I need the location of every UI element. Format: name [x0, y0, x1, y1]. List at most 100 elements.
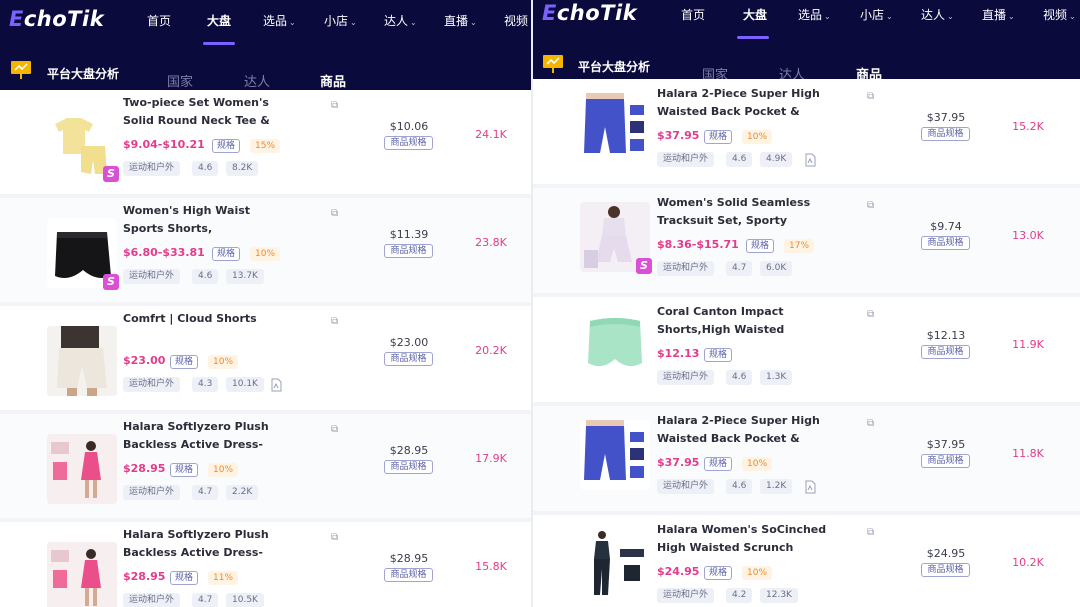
- product-title[interactable]: Halara 2-Piece Super High Waisted Back P…: [657, 85, 827, 121]
- sales-value: 15.8K: [475, 560, 507, 573]
- spec-tag[interactable]: 规格: [212, 247, 241, 261]
- product-row[interactable]: S Two-piece Set Women's Solid Round Neck …: [0, 90, 531, 198]
- product-thumbnail[interactable]: [580, 311, 650, 381]
- copy-icon[interactable]: ⧉: [867, 309, 874, 320]
- product-price: $24.95: [657, 565, 700, 578]
- spec-tag[interactable]: 规格: [212, 139, 241, 153]
- spec-button[interactable]: 商品规格: [384, 136, 433, 150]
- copy-icon[interactable]: ⧉: [867, 91, 874, 102]
- spec-tag[interactable]: 规格: [170, 463, 199, 477]
- spec-tag[interactable]: 规格: [704, 566, 733, 580]
- commission-badge: 10%: [208, 355, 239, 369]
- nav-item[interactable]: 直播 ⌄: [982, 6, 1015, 23]
- nav-item[interactable]: 大盘: [743, 6, 767, 23]
- rating-chip: 4.6: [726, 152, 753, 167]
- nav-item[interactable]: 小店 ⌄: [324, 12, 357, 29]
- copy-icon[interactable]: ⧉: [867, 200, 874, 211]
- subtab-2[interactable]: 商品: [320, 71, 346, 90]
- copy-icon[interactable]: ⧉: [331, 100, 338, 111]
- spec-button[interactable]: 商品规格: [384, 244, 433, 258]
- echotik-logo[interactable]: EchoTik: [542, 1, 637, 25]
- reviews-chip: 8.2K: [226, 161, 259, 176]
- product-thumbnail[interactable]: [47, 542, 117, 607]
- nav-item[interactable]: 直播 ⌄: [444, 12, 477, 29]
- product-row[interactable]: Comfrt | Cloud Shorts ⧉ $23.00 规格 10% 运动和户外 4.…: [0, 306, 531, 414]
- copy-icon[interactable]: ⧉: [331, 316, 338, 327]
- product-row[interactable]: Coral Canton Impact Shorts,High Waisted …: [533, 297, 1080, 406]
- echotik-logo[interactable]: EchoTik: [9, 7, 104, 31]
- spec-button[interactable]: 商品规格: [921, 236, 970, 250]
- copy-icon[interactable]: ⧉: [867, 527, 874, 538]
- nav-item-label: 首页: [681, 8, 706, 22]
- spec-tag[interactable]: 规格: [704, 348, 733, 362]
- product-thumbnail[interactable]: [580, 420, 650, 490]
- product-title[interactable]: Halara Softlyzero Plush Backless Active …: [123, 418, 293, 454]
- product-thumbnail[interactable]: [47, 326, 117, 396]
- reviews-chip: 6.0K: [760, 261, 793, 276]
- product-title[interactable]: Halara Women's SoCinched High Waisted Sc…: [657, 521, 827, 557]
- nav-item[interactable]: 选品 ⌄: [798, 6, 831, 23]
- category-chip: 运动和户外: [657, 479, 715, 494]
- product-title[interactable]: Women's High Waist Sports Shorts, Breath…: [123, 202, 293, 238]
- document-icon[interactable]: [803, 152, 817, 167]
- product-row[interactable]: Halara 2-Piece Super High Waisted Back P…: [533, 79, 1080, 188]
- product-title[interactable]: Comfrt | Cloud Shorts: [123, 310, 293, 346]
- nav-item[interactable]: 选品 ⌄: [263, 12, 296, 29]
- spec-tag[interactable]: 规格: [746, 239, 775, 253]
- spec-button[interactable]: 商品规格: [384, 568, 433, 582]
- nav-item[interactable]: 小店 ⌄: [860, 6, 893, 23]
- subtab-0[interactable]: 国家: [167, 71, 193, 90]
- nav-active-underline: [737, 36, 769, 39]
- copy-icon[interactable]: ⧉: [331, 208, 338, 219]
- document-icon[interactable]: [803, 479, 817, 494]
- spec-button[interactable]: 商品规格: [921, 127, 970, 141]
- spec-tag[interactable]: 规格: [170, 355, 199, 369]
- product-row[interactable]: S Women's Solid Seamless Tracksuit Set, S…: [533, 188, 1080, 297]
- shop-s-badge: S: [103, 274, 119, 290]
- product-thumbnail[interactable]: [580, 529, 650, 599]
- nav-item[interactable]: 首页: [681, 6, 705, 23]
- category-chip: 运动和户外: [657, 261, 715, 276]
- subtab-1[interactable]: 达人: [244, 71, 270, 90]
- nav-item[interactable]: 视频: [504, 12, 528, 29]
- nav-item[interactable]: 大盘: [207, 12, 231, 29]
- product-title[interactable]: Halara 2-Piece Super High Waisted Back P…: [657, 412, 827, 448]
- section-title: 平台大盘分析: [578, 60, 651, 74]
- avg-price: $37.95: [926, 111, 966, 124]
- nav-item[interactable]: 视频 ⌄: [1043, 6, 1076, 23]
- product-thumbnail[interactable]: [580, 93, 650, 163]
- sales-value: 17.9K: [475, 452, 507, 465]
- product-title[interactable]: Women's Solid Seamless Tracksuit Set, Sp…: [657, 194, 827, 230]
- product-title[interactable]: Coral Canton Impact Shorts,High Waisted …: [657, 303, 827, 339]
- spec-button[interactable]: 商品规格: [921, 345, 970, 359]
- product-title[interactable]: Two-piece Set Women's Solid Round Neck T…: [123, 94, 293, 130]
- product-title[interactable]: Halara Softlyzero Plush Backless Active …: [123, 526, 293, 562]
- right-panel: EchoTik 首页 大盘 选品 ⌄ 小店 ⌄ 达人 ⌄ 直播 ⌄ 视频 ⌄ 平台大盘分析 国家 达人商…: [531, 0, 1080, 607]
- sales-value: 10.2K: [1012, 556, 1044, 569]
- spec-button[interactable]: 商品规格: [921, 454, 970, 468]
- nav-item[interactable]: 达人 ⌄: [921, 6, 954, 23]
- spec-button[interactable]: 商品规格: [384, 460, 433, 474]
- category-chip: 运动和户外: [123, 485, 181, 500]
- copy-icon[interactable]: ⧉: [331, 532, 338, 543]
- product-row[interactable]: Halara 2-Piece Super High Waisted Back P…: [533, 406, 1080, 515]
- spec-tag[interactable]: 规格: [704, 457, 733, 471]
- product-row[interactable]: S Women's High Waist Sports Shorts, Breat…: [0, 198, 531, 306]
- nav-item[interactable]: 达人 ⌄: [384, 12, 417, 29]
- spec-button[interactable]: 商品规格: [384, 352, 433, 366]
- product-thumbnail[interactable]: [47, 434, 117, 504]
- spec-button[interactable]: 商品规格: [921, 563, 970, 577]
- spec-tag[interactable]: 规格: [170, 571, 199, 585]
- product-row[interactable]: Halara Softlyzero Plush Backless Active …: [0, 414, 531, 522]
- chevron-down-icon: ⌄: [289, 18, 296, 27]
- copy-icon[interactable]: ⧉: [867, 418, 874, 429]
- reviews-chip: 1.3K: [760, 370, 793, 385]
- product-row[interactable]: Halara Softlyzero Plush Backless Active …: [0, 522, 531, 607]
- chevron-down-icon: ⌄: [1008, 12, 1015, 21]
- shop-s-badge: S: [636, 258, 652, 274]
- document-icon[interactable]: [269, 377, 283, 392]
- copy-icon[interactable]: ⧉: [331, 424, 338, 435]
- nav-item[interactable]: 首页: [147, 12, 171, 29]
- product-row[interactable]: Halara Women's SoCinched High Waisted Sc…: [533, 515, 1080, 607]
- spec-tag[interactable]: 规格: [704, 130, 733, 144]
